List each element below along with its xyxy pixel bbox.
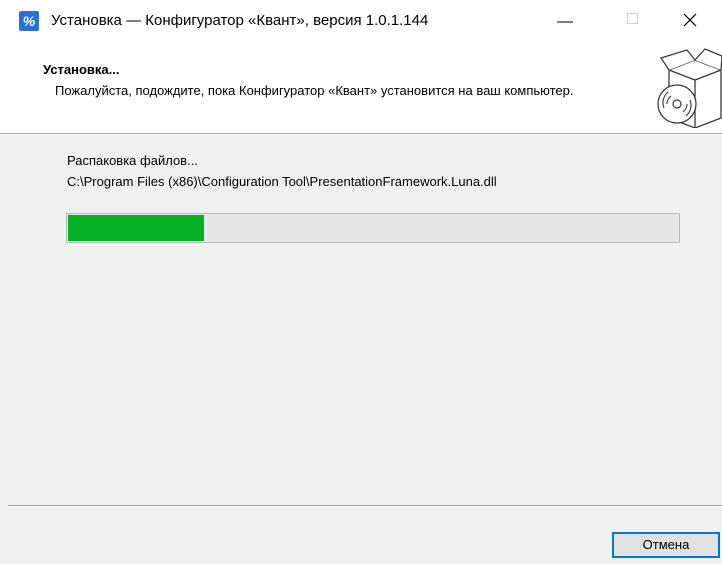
title-bar[interactable]: % Установка — Конфигуратор «Квант», верс… xyxy=(0,0,722,45)
header-panel: Установка... Пожалуйста, подождите, пока… xyxy=(0,45,722,133)
progress-bar-fill xyxy=(68,215,204,241)
cancel-button[interactable]: Отмена xyxy=(612,532,720,558)
minimize-button[interactable] xyxy=(553,0,599,34)
maximize-button[interactable] xyxy=(614,0,660,34)
footer-divider-highlight xyxy=(8,506,722,507)
installer-window: % Установка — Конфигуратор «Квант», верс… xyxy=(0,0,722,564)
page-description: Пожалуйста, подождите, пока Конфигуратор… xyxy=(55,83,574,98)
window-title: Установка — Конфигуратор «Квант», версия… xyxy=(51,12,429,29)
close-icon xyxy=(683,13,697,27)
header-divider-highlight xyxy=(0,134,722,135)
maximize-icon xyxy=(627,13,638,24)
minimize-icon xyxy=(557,21,573,23)
install-box-disc-icon xyxy=(657,48,722,128)
close-button[interactable] xyxy=(676,0,722,34)
installer-app-icon: % xyxy=(19,11,39,31)
current-file-path: C:\Program Files (x86)\Configuration Too… xyxy=(67,174,497,189)
progress-bar xyxy=(66,213,680,243)
status-label: Распаковка файлов... xyxy=(67,153,198,168)
page-title: Установка... xyxy=(43,62,120,77)
